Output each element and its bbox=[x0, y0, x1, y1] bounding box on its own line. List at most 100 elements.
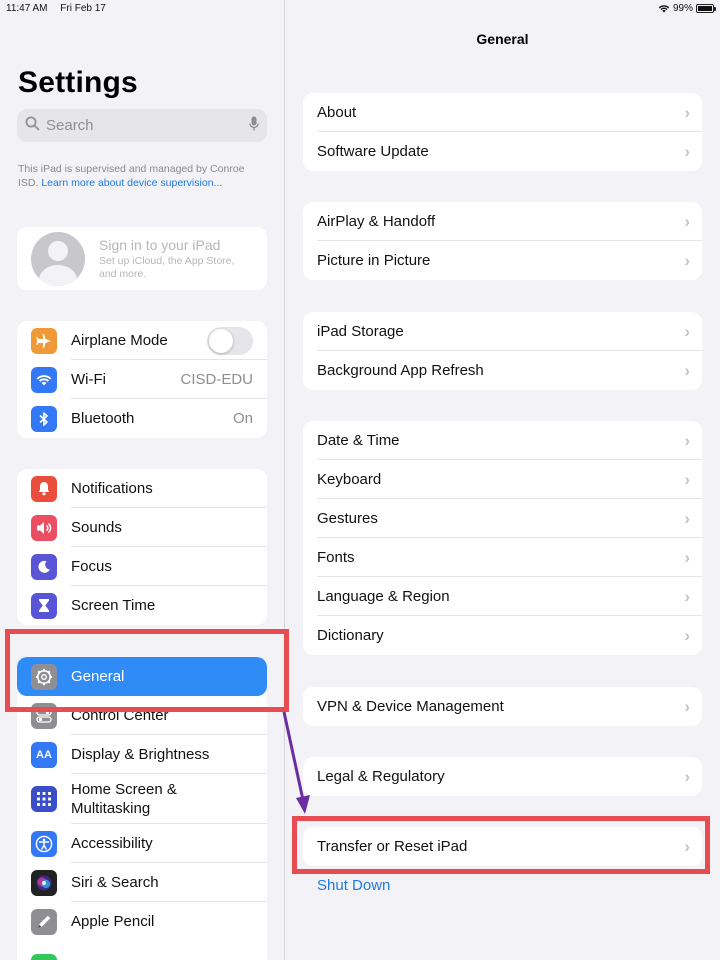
moon-icon bbox=[31, 553, 57, 580]
row-label: Gestures bbox=[317, 510, 378, 527]
row-gestures[interactable]: Gestures › bbox=[303, 499, 702, 538]
wifi-network-value: CISD-EDU bbox=[180, 371, 253, 388]
row-software-update[interactable]: Software Update › bbox=[303, 132, 702, 171]
wifi-icon bbox=[31, 366, 57, 393]
row-picture-in-picture[interactable]: Picture in Picture › bbox=[303, 241, 702, 280]
row-about[interactable]: About › bbox=[303, 93, 702, 132]
battery-icon bbox=[696, 4, 716, 13]
sidebar-item-screen-time[interactable]: Screen Time bbox=[17, 586, 267, 625]
chevron-right-icon: › bbox=[684, 508, 690, 528]
main-group-storage: iPad Storage › Background App Refresh › bbox=[303, 312, 702, 390]
row-language-region[interactable]: Language & Region › bbox=[303, 577, 702, 616]
row-vpn-device-management[interactable]: VPN & Device Management › bbox=[303, 687, 702, 726]
row-date-time[interactable]: Date & Time › bbox=[303, 421, 702, 460]
sidebar-item-focus[interactable]: Focus bbox=[17, 547, 267, 586]
search-placeholder: Search bbox=[46, 117, 94, 134]
highlight-box-general bbox=[5, 629, 289, 712]
row-label: Date & Time bbox=[317, 432, 400, 449]
sidebar-item-airplane-mode[interactable]: Airplane Mode bbox=[17, 321, 267, 360]
row-label: AirPlay & Handoff bbox=[317, 213, 436, 230]
sign-in-title: Sign in to your iPad bbox=[99, 236, 221, 253]
wifi-status-icon bbox=[658, 4, 670, 13]
main-group-legal: Legal & Regulatory › bbox=[303, 757, 702, 796]
panel-title: General bbox=[476, 31, 529, 47]
chevron-right-icon: › bbox=[684, 360, 690, 380]
text-size-icon: AA bbox=[31, 741, 57, 768]
battery-percent: 99% bbox=[672, 3, 693, 14]
row-label: Fonts bbox=[317, 549, 355, 566]
sidebar-item-label: Bluetooth bbox=[71, 410, 135, 427]
sidebar-item-label: Wi-Fi bbox=[71, 371, 106, 388]
sidebar-item-apple-pencil[interactable]: Apple Pencil bbox=[17, 902, 267, 941]
sidebar-item-wifi[interactable]: Wi-Fi CISD-EDU bbox=[17, 360, 267, 399]
chevron-right-icon: › bbox=[684, 430, 690, 450]
sidebar-item-label: Accessibility bbox=[71, 835, 153, 852]
siri-icon bbox=[31, 869, 57, 896]
chevron-right-icon: › bbox=[684, 469, 690, 489]
sidebar-item-home-screen[interactable]: Home Screen & Multitasking bbox=[17, 774, 267, 824]
bell-icon bbox=[31, 475, 57, 502]
avatar bbox=[31, 231, 85, 286]
sidebar-item-label: Apple Pencil bbox=[71, 913, 155, 930]
notifications-group: Notifications Sounds Focus Screen Time bbox=[17, 469, 267, 625]
chevron-right-icon: › bbox=[684, 211, 690, 231]
chevron-right-icon: › bbox=[684, 696, 690, 716]
shut-down-button[interactable]: Shut Down bbox=[317, 877, 390, 894]
row-label: Language & Region bbox=[317, 588, 450, 605]
sidebar-item-notifications[interactable]: Notifications bbox=[17, 469, 267, 508]
supervision-notice: This iPad is supervised and managed by C… bbox=[18, 162, 248, 190]
sidebar-item-label: Siri & Search bbox=[71, 874, 159, 891]
row-keyboard[interactable]: Keyboard › bbox=[303, 460, 702, 499]
sidebar-item-bluetooth[interactable]: Bluetooth On bbox=[17, 399, 267, 438]
next-item-icon bbox=[31, 954, 57, 960]
row-label: iPad Storage bbox=[317, 323, 404, 340]
chevron-right-icon: › bbox=[684, 625, 690, 645]
bluetooth-icon bbox=[31, 405, 57, 432]
sidebar-item-accessibility[interactable]: Accessibility bbox=[17, 824, 267, 863]
sidebar-item-label: Airplane Mode bbox=[71, 332, 168, 349]
row-label: Keyboard bbox=[317, 471, 382, 488]
sidebar-item-sounds[interactable]: Sounds bbox=[17, 508, 267, 547]
row-legal-regulatory[interactable]: Legal & Regulatory › bbox=[303, 757, 702, 796]
chevron-right-icon: › bbox=[684, 547, 690, 567]
chevron-right-icon: › bbox=[684, 586, 690, 606]
row-ipad-storage[interactable]: iPad Storage › bbox=[303, 312, 702, 351]
hourglass-icon bbox=[31, 592, 57, 619]
chevron-right-icon: › bbox=[684, 141, 690, 161]
sidebar-item-siri-search[interactable]: Siri & Search bbox=[17, 863, 267, 902]
highlight-box-transfer bbox=[292, 816, 710, 874]
airplane-mode-toggle[interactable] bbox=[207, 326, 253, 355]
sign-in-card[interactable]: Sign in to your iPad Set up iCloud, the … bbox=[17, 227, 267, 290]
bluetooth-status-value: On bbox=[232, 410, 253, 427]
row-label: Picture in Picture bbox=[317, 252, 431, 269]
search-input[interactable]: Search bbox=[17, 109, 267, 142]
sidebar-item-display-brightness[interactable]: AA Display & Brightness bbox=[17, 735, 267, 774]
page-title: Settings bbox=[18, 66, 138, 99]
pencil-icon bbox=[31, 908, 57, 935]
row-background-app-refresh[interactable]: Background App Refresh › bbox=[303, 351, 702, 390]
row-fonts[interactable]: Fonts › bbox=[303, 538, 702, 577]
row-label: About bbox=[317, 104, 357, 121]
sidebar-item-label: Sounds bbox=[71, 519, 122, 536]
microphone-icon[interactable] bbox=[249, 116, 259, 136]
main-group-about: About › Software Update › bbox=[303, 93, 702, 171]
airplane-icon bbox=[31, 327, 57, 354]
sidebar-item-label: Display & Brightness bbox=[71, 746, 210, 763]
sidebar-item-label: Home Screen & Multitasking bbox=[71, 781, 177, 817]
sidebar-item-label: Screen Time bbox=[71, 597, 156, 614]
row-label: VPN & Device Management bbox=[317, 698, 504, 715]
row-airplay-handoff[interactable]: AirPlay & Handoff › bbox=[303, 202, 702, 241]
speaker-icon bbox=[31, 514, 57, 541]
sidebar-item-label: Notifications bbox=[71, 480, 153, 497]
row-label: Software Update bbox=[317, 143, 429, 160]
sidebar-item-label: Focus bbox=[71, 558, 112, 575]
chevron-right-icon: › bbox=[684, 102, 690, 122]
row-label: Dictionary bbox=[317, 627, 384, 644]
chevron-right-icon: › bbox=[684, 766, 690, 786]
main-group-vpn: VPN & Device Management › bbox=[303, 687, 702, 726]
row-dictionary[interactable]: Dictionary › bbox=[303, 616, 702, 655]
supervision-link[interactable]: Learn more about device supervision... bbox=[41, 177, 222, 189]
search-icon bbox=[25, 116, 40, 135]
sign-in-subtitle: Set up iCloud, the App Store, and more. bbox=[99, 254, 235, 280]
main-group-datetime: Date & Time › Keyboard › Gestures › Fonts › … bbox=[303, 421, 702, 655]
